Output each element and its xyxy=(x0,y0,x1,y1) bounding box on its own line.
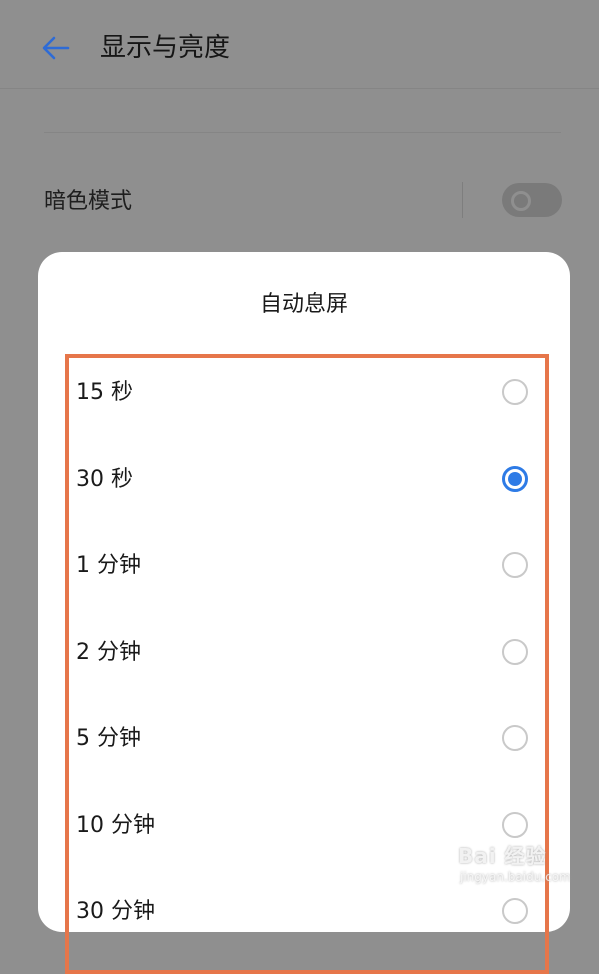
radio-unchecked-icon[interactable] xyxy=(502,638,528,665)
option-label: 30 秒 xyxy=(76,466,133,492)
section-divider xyxy=(44,132,561,133)
dark-mode-toggle[interactable] xyxy=(502,183,562,217)
radio-unchecked-icon[interactable] xyxy=(502,725,528,751)
dark-mode-label: 暗色模式 xyxy=(44,189,133,214)
option-row[interactable]: 5 分钟 xyxy=(38,696,570,782)
option-label: 2 分钟 xyxy=(76,639,141,665)
page-title: 显示与亮度 xyxy=(100,33,231,63)
watermark-url: jingyan.baidu.com xyxy=(460,870,571,884)
watermark: Bai 经验 jingyan.baidu.com xyxy=(458,840,588,896)
option-label: 30 分钟 xyxy=(76,899,155,924)
option-label: 5 分钟 xyxy=(76,726,141,751)
option-row[interactable]: 30 秒 xyxy=(38,437,570,523)
option-label: 1 分钟 xyxy=(76,553,141,578)
auto-screen-off-dialog: 自动息屏 15 秒 30 秒 1 分钟 2 分钟 5 分钟 10 分钟 30 分钟 xyxy=(38,252,570,974)
toggle-knob xyxy=(511,191,531,211)
option-row[interactable]: 2 分钟 xyxy=(38,610,570,696)
radio-unchecked-icon[interactable] xyxy=(502,379,528,405)
header-divider xyxy=(0,88,599,89)
option-row[interactable]: 15 秒 xyxy=(38,350,570,436)
dialog-title: 自动息屏 xyxy=(259,292,348,317)
option-row[interactable]: 1 分钟 xyxy=(38,523,570,609)
toggle-divider xyxy=(462,182,463,218)
watermark-brand: Bai 经验 xyxy=(458,844,547,868)
radio-unchecked-icon[interactable] xyxy=(502,552,528,578)
option-label: 10 分钟 xyxy=(76,812,155,838)
radio-unchecked-icon[interactable] xyxy=(502,811,528,838)
radio-unchecked-icon[interactable] xyxy=(502,898,528,924)
option-label: 15 秒 xyxy=(76,380,133,405)
back-button[interactable] xyxy=(38,30,74,66)
arrow-left-icon xyxy=(42,36,70,60)
radio-checked-icon[interactable] xyxy=(502,465,528,492)
